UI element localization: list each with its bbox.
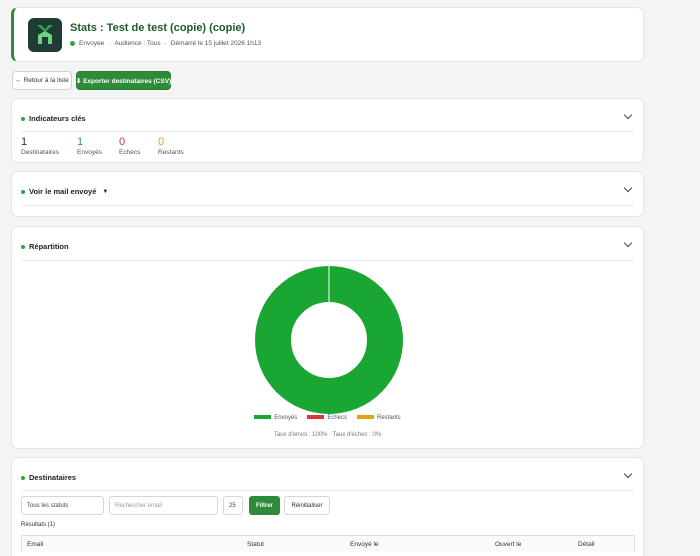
- sent-mail-header[interactable]: Voir le mail envoyé ▼: [21, 187, 108, 196]
- chart-legend: Envoyés Echecs Restants: [12, 415, 643, 421]
- divider: [21, 205, 634, 206]
- status-filter-select[interactable]: Tous les statuts: [21, 496, 104, 515]
- donut-chart: [255, 266, 403, 414]
- sent-mail-panel: Voir le mail envoyé ▼: [11, 171, 644, 217]
- legend-item-failures[interactable]: Echecs: [307, 415, 347, 421]
- rate-summary: Taux d'envoi : 100% · Taux d'échec : 0%: [273, 432, 382, 438]
- divider: [21, 490, 634, 491]
- audience-text: Audience : Tous: [114, 40, 161, 47]
- kpi-label: Destinataires: [21, 149, 59, 156]
- distribution-panel: Répartition Envoyés Echecs Restants Taux…: [11, 226, 644, 449]
- recipients-header[interactable]: Destinataires: [21, 473, 76, 482]
- filter-button[interactable]: Filtrer: [249, 496, 280, 515]
- kpi-recipients: 1 Destinataires: [21, 136, 59, 156]
- campaign-header: Stats : Test de test (copie) (copie) Env…: [11, 7, 644, 62]
- app-logo: [28, 18, 62, 52]
- recipients-panel: Destinataires Tous les statuts Recherche…: [11, 457, 644, 556]
- kpi-value: 1: [77, 136, 84, 148]
- distribution-header[interactable]: Répartition: [21, 242, 69, 251]
- section-title: Destinataires: [29, 473, 77, 482]
- section-title: Voir le mail envoyé: [29, 187, 97, 196]
- column-header-email[interactable]: Email: [27, 541, 43, 548]
- meta-separator: ·: [164, 40, 167, 47]
- legend-item-remaining[interactable]: Restants: [357, 415, 401, 421]
- legend-swatch: [254, 415, 272, 420]
- column-header-sent-at[interactable]: Envoyé le: [350, 541, 379, 548]
- started-date: Démarré le 15 juillet 2026 1h13: [170, 40, 262, 47]
- indicators-header[interactable]: Indicateurs clés: [21, 114, 86, 123]
- legend-label: Restants: [377, 415, 401, 421]
- results-count: Résultats (1): [21, 522, 56, 528]
- column-header-detail[interactable]: Détail: [578, 541, 595, 548]
- page-size-select[interactable]: 25: [223, 496, 243, 515]
- legend-swatch: [307, 415, 325, 420]
- kpi-value: 0: [158, 136, 165, 148]
- search-email-input[interactable]: Rechercher email: [109, 496, 218, 515]
- section-dot-icon: [21, 475, 25, 480]
- divider: [21, 131, 634, 132]
- section-title: Répartition: [29, 242, 69, 251]
- kpi-label: Echecs: [119, 149, 141, 156]
- campaign-meta: Envoyee · Audience : Tous · Démarré le 1…: [70, 40, 261, 47]
- kpi-failures: 0 Echecs: [119, 136, 140, 156]
- kpi-label: Envoyés: [77, 149, 102, 156]
- legend-label: Envoyés: [274, 415, 298, 421]
- kpi-value: 0: [119, 136, 126, 148]
- meta-separator: ·: [108, 40, 111, 47]
- kpi-remaining: 0 Restants: [158, 136, 184, 156]
- kpi-value: 1: [21, 136, 28, 148]
- kpi-label: Restants: [158, 149, 184, 156]
- status-dot-icon: [70, 41, 75, 46]
- page-title: Stats : Test de test (copie) (copie): [70, 22, 246, 34]
- column-header-opened-at[interactable]: Ouvert le: [495, 541, 521, 548]
- chevron-down-icon[interactable]: [623, 110, 633, 120]
- chevron-down-icon[interactable]: [623, 469, 633, 479]
- back-to-list-button[interactable]: ← Retour à la liste: [12, 71, 72, 90]
- section-dot-icon: [21, 116, 25, 121]
- indicators-panel: Indicateurs clés 1 Destinataires 1 Envoy…: [11, 98, 644, 163]
- chevron-down-icon[interactable]: [623, 183, 633, 193]
- legend-item-sent[interactable]: Envoyés: [254, 415, 297, 421]
- status-badge: Envoyee: [79, 40, 105, 47]
- export-csv-button[interactable]: ⬇ Exporter destinataires (CSV): [76, 71, 171, 90]
- legend-label: Echecs: [327, 415, 347, 421]
- kpi-sent: 1 Envoyés: [77, 136, 102, 156]
- section-title: Indicateurs clés: [29, 114, 86, 123]
- table-header: Email Statut Envoyé le Ouvert le Détail: [21, 535, 635, 552]
- chevron-down-icon[interactable]: [623, 238, 633, 248]
- section-dot-icon: [21, 244, 25, 249]
- caret-down-icon[interactable]: ▼: [102, 189, 108, 195]
- column-header-status[interactable]: Statut: [247, 541, 264, 548]
- section-dot-icon: [21, 189, 25, 194]
- legend-swatch: [357, 415, 374, 420]
- reset-button[interactable]: Réinitialiser: [284, 496, 330, 515]
